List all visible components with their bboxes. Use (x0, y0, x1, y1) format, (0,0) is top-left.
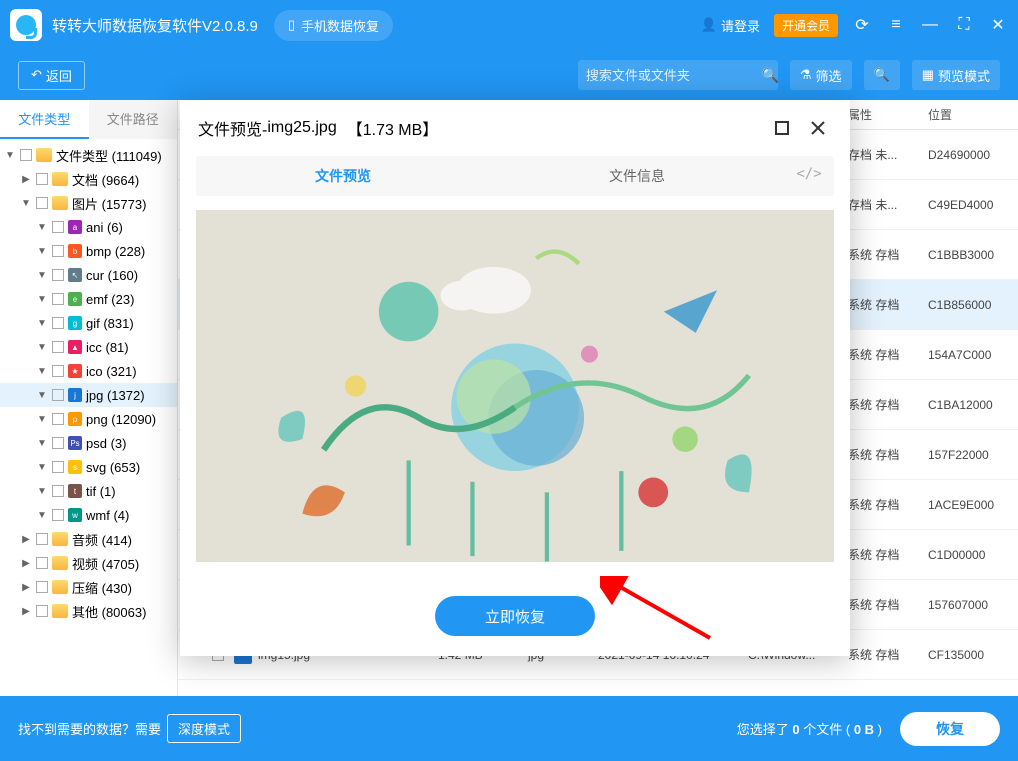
tree-audio[interactable]: ▶音频 (414) (0, 527, 177, 551)
preview-mode-button[interactable]: ▦ 预览模式 (912, 60, 1000, 90)
modal-header: 文件预览- img25.jpg 【1.73 MB】 (180, 100, 850, 156)
vip-button[interactable]: 开通会员 (774, 14, 838, 37)
tree-psd[interactable]: ▼Pspsd (3) (0, 431, 177, 455)
preview-mode-label: 预览模式 (938, 66, 990, 85)
modal-filesize: 【1.73 MB】 (347, 116, 439, 140)
tree-root[interactable]: ▼文件类型 (111049) (0, 143, 177, 167)
fullscreen-icon[interactable]: ⛶ (954, 15, 974, 35)
tree-pic[interactable]: ▼图片 (15773) (0, 191, 177, 215)
search-tool-button[interactable]: 🔍 (864, 60, 900, 90)
tree-jpg[interactable]: ▼jjpg (1372) (0, 383, 177, 407)
toolbar: ↶ 返回 🔍 ⚗ 筛选 🔍 ▦ 预览模式 (0, 50, 1018, 100)
app-logo (10, 9, 42, 41)
tree-emf[interactable]: ▼eemf (23) (0, 287, 177, 311)
tree-ani[interactable]: ▼aani (6) (0, 215, 177, 239)
search-icon[interactable]: 🔍 (762, 67, 779, 84)
magnify-icon: 🔍 (874, 67, 890, 83)
modal-maximize-icon[interactable] (768, 114, 796, 142)
footer-hint: 找不到需要的数据？需要 (18, 719, 161, 738)
minimize-icon[interactable]: — (920, 15, 940, 35)
deep-mode-button[interactable]: 深度模式 (167, 714, 241, 743)
modal-filename: img25.jpg (267, 119, 336, 137)
grid-icon: ▦ (922, 67, 934, 83)
tree-wmf[interactable]: ▼wwmf (4) (0, 503, 177, 527)
tree-zip[interactable]: ▶压缩 (430) (0, 575, 177, 599)
back-label: 返回 (46, 66, 72, 85)
close-icon[interactable]: ✕ (988, 15, 1008, 35)
col-pos[interactable]: 位置 (928, 106, 1018, 123)
phone-icon: ▯ (288, 17, 295, 33)
tree-bmp[interactable]: ▼bbmp (228) (0, 239, 177, 263)
phone-btn-label: 手机数据恢复 (301, 16, 379, 35)
modal-tab-code[interactable]: </> (784, 156, 834, 196)
login-link[interactable]: 👤 请登录 (701, 16, 760, 35)
phone-recovery-button[interactable]: ▯ 手机数据恢复 (274, 10, 393, 41)
back-button[interactable]: ↶ 返回 (18, 61, 85, 90)
tree-cur[interactable]: ▼↖cur (160) (0, 263, 177, 287)
modal-tab-info[interactable]: 文件信息 (490, 156, 784, 196)
red-arrow-annotation (600, 576, 720, 646)
modal-title-prefix: 文件预览- (198, 116, 267, 140)
col-attr[interactable]: 属性 (848, 106, 928, 123)
app-title: 转转大师数据恢复软件V2.0.8.9 (52, 15, 258, 36)
search-input[interactable] (586, 68, 762, 83)
tree-gif[interactable]: ▼ggif (831) (0, 311, 177, 335)
tab-file-type[interactable]: 文件类型 (0, 100, 89, 139)
tree-icc[interactable]: ▼▲icc (81) (0, 335, 177, 359)
modal-tabs: 文件预览 文件信息 </> (196, 156, 834, 196)
tree-svg[interactable]: ▼ssvg (653) (0, 455, 177, 479)
tree-video[interactable]: ▶视频 (4705) (0, 551, 177, 575)
login-label: 请登录 (721, 16, 760, 35)
file-tree: ▼文件类型 (111049) ▶文档 (9664) ▼图片 (15773) ▼a… (0, 139, 177, 627)
recover-button[interactable]: 恢复 (900, 712, 1000, 746)
menu-icon[interactable]: ≡ (886, 15, 906, 35)
preview-artwork (196, 210, 834, 562)
title-bar: 转转大师数据恢复软件V2.0.8.9 ▯ 手机数据恢复 👤 请登录 开通会员 ⟳… (0, 0, 1018, 50)
back-arrow-icon: ↶ (31, 67, 42, 83)
filter-icon: ⚗ (800, 67, 812, 83)
restore-now-button[interactable]: 立即恢复 (435, 596, 595, 636)
tree-tif[interactable]: ▼ttif (1) (0, 479, 177, 503)
tree-ico[interactable]: ▼★ico (321) (0, 359, 177, 383)
tree-png[interactable]: ▼ppng (12090) (0, 407, 177, 431)
sidebar: 文件类型 文件路径 ▼文件类型 (111049) ▶文档 (9664) ▼图片 … (0, 100, 178, 696)
user-icon: 👤 (701, 17, 717, 33)
preview-modal: 文件预览- img25.jpg 【1.73 MB】 文件预览 文件信息 </> (180, 100, 850, 656)
search-box[interactable]: 🔍 (578, 60, 778, 90)
filter-label: 筛选 (815, 66, 841, 85)
filter-button[interactable]: ⚗ 筛选 (790, 60, 852, 90)
tab-file-path[interactable]: 文件路径 (89, 100, 178, 139)
tree-other[interactable]: ▶其他 (80063) (0, 599, 177, 623)
refresh-icon[interactable]: ⟳ (852, 15, 872, 35)
modal-tab-preview[interactable]: 文件预览 (196, 156, 490, 196)
preview-image-area (196, 210, 834, 562)
footer: 找不到需要的数据？需要 深度模式 您选择了 0 个文件 ( 0 B ) 恢复 (0, 696, 1018, 761)
tree-doc[interactable]: ▶文档 (9664) (0, 167, 177, 191)
modal-close-icon[interactable] (804, 114, 832, 142)
selection-info: 您选择了 0 个文件 ( 0 B ) (737, 719, 882, 738)
